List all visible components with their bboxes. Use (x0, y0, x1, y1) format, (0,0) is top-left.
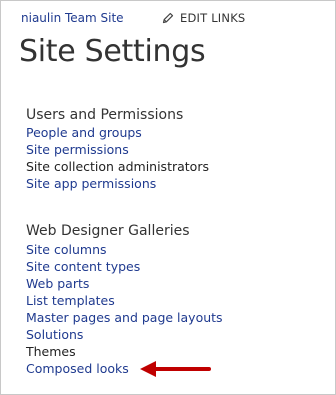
page-title: Site Settings (19, 34, 206, 69)
link-site-app-permissions[interactable]: Site app permissions (26, 175, 209, 192)
link-web-parts[interactable]: Web parts (26, 275, 223, 292)
link-themes[interactable]: Themes (26, 343, 223, 360)
top-bar: niaulin Team Site EDIT LINKS (21, 10, 321, 26)
link-master-pages-and-page-layouts[interactable]: Master pages and page layouts (26, 309, 223, 326)
link-people-and-groups[interactable]: People and groups (26, 124, 209, 141)
web-designer-galleries-links: Site columns Site content types Web part… (26, 241, 223, 377)
section-heading-users-permissions: Users and Permissions (26, 107, 184, 123)
link-site-collection-administrators[interactable]: Site collection administrators (26, 158, 209, 175)
edit-links-button[interactable]: EDIT LINKS (162, 10, 245, 26)
pencil-icon (162, 12, 174, 24)
site-name-link[interactable]: niaulin Team Site (21, 10, 124, 26)
users-permissions-links: People and groups Site permissions Site … (26, 124, 209, 192)
link-site-content-types[interactable]: Site content types (26, 258, 223, 275)
link-solutions[interactable]: Solutions (26, 326, 223, 343)
section-heading-web-designer-galleries: Web Designer Galleries (26, 223, 190, 239)
link-site-permissions[interactable]: Site permissions (26, 141, 209, 158)
edit-links-label: EDIT LINKS (180, 11, 246, 25)
link-list-templates[interactable]: List templates (26, 292, 223, 309)
link-site-columns[interactable]: Site columns (26, 241, 223, 258)
red-arrow-icon (140, 361, 211, 377)
